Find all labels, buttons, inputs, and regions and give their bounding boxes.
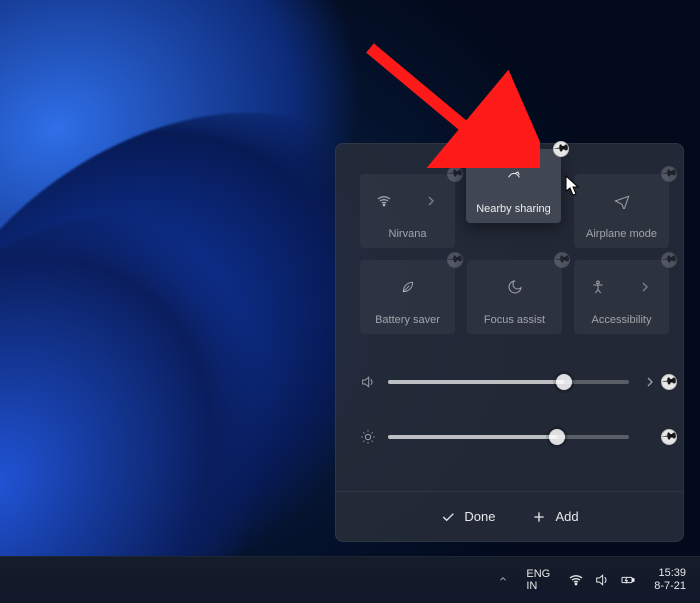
tile-battery-saver[interactable]: Battery saver — [360, 260, 455, 334]
airplane-icon — [614, 193, 630, 209]
tile-airplane-mode[interactable]: Airplane mode — [574, 174, 669, 248]
tile-label: Focus assist — [484, 314, 545, 326]
moon-icon — [507, 279, 523, 295]
add-label: Add — [555, 509, 578, 524]
chevron-right-icon[interactable] — [641, 374, 659, 390]
unpin-icon[interactable] — [447, 252, 463, 268]
tile-accessibility[interactable]: Accessibility — [574, 260, 669, 334]
unpin-icon[interactable] — [447, 166, 463, 182]
system-tray: ENG IN 15:39 8-7-21 — [492, 567, 692, 592]
wifi-icon[interactable] — [568, 572, 584, 588]
unpin-icon[interactable] — [661, 166, 677, 182]
unpin-icon[interactable] — [661, 252, 677, 268]
panel-footer: Done Add — [336, 491, 683, 541]
unpin-icon[interactable] — [554, 252, 570, 268]
brightness-slider-row — [360, 409, 659, 464]
tile-label: Airplane mode — [586, 228, 657, 240]
speaker-icon — [360, 374, 376, 390]
language-indicator[interactable]: ENG IN — [520, 568, 556, 592]
quick-settings-panel: Nirvana Airplane mode Battery saver — [335, 143, 684, 542]
add-button[interactable]: Add — [531, 509, 578, 525]
leaf-icon — [400, 279, 416, 295]
tile-label: Accessibility — [592, 314, 652, 326]
tray-overflow-button[interactable] — [492, 573, 514, 587]
clock[interactable]: 15:39 8-7-21 — [648, 567, 692, 592]
tile-label: Nirvana — [389, 228, 427, 240]
sliders — [336, 348, 683, 464]
volume-slider-row — [360, 354, 659, 409]
done-label: Done — [464, 509, 495, 524]
done-button[interactable]: Done — [440, 509, 495, 525]
tile-label: Battery saver — [375, 314, 440, 326]
volume-slider[interactable] — [388, 380, 629, 384]
tile-wifi[interactable]: Nirvana — [360, 174, 455, 248]
unpin-icon[interactable] — [661, 429, 677, 445]
battery-icon[interactable] — [620, 572, 636, 588]
brightness-slider[interactable] — [388, 435, 629, 439]
tile-label: Nearby sharing — [476, 203, 551, 215]
chevron-right-icon — [637, 279, 653, 295]
sun-icon — [360, 429, 376, 445]
share-icon — [506, 168, 522, 184]
quick-settings-grid: Nirvana Airplane mode Battery saver — [336, 144, 683, 348]
taskbar: ENG IN 15:39 8-7-21 — [0, 556, 700, 603]
person-icon — [590, 279, 606, 295]
tile-focus-assist[interactable]: Focus assist — [467, 260, 562, 334]
tile-nearby-sharing[interactable]: Nearby sharing — [466, 149, 561, 223]
chevron-right-icon — [423, 193, 439, 209]
unpin-icon[interactable] — [661, 374, 677, 390]
speaker-icon[interactable] — [594, 572, 610, 588]
unpin-icon[interactable] — [553, 141, 569, 157]
wifi-icon — [376, 193, 392, 209]
